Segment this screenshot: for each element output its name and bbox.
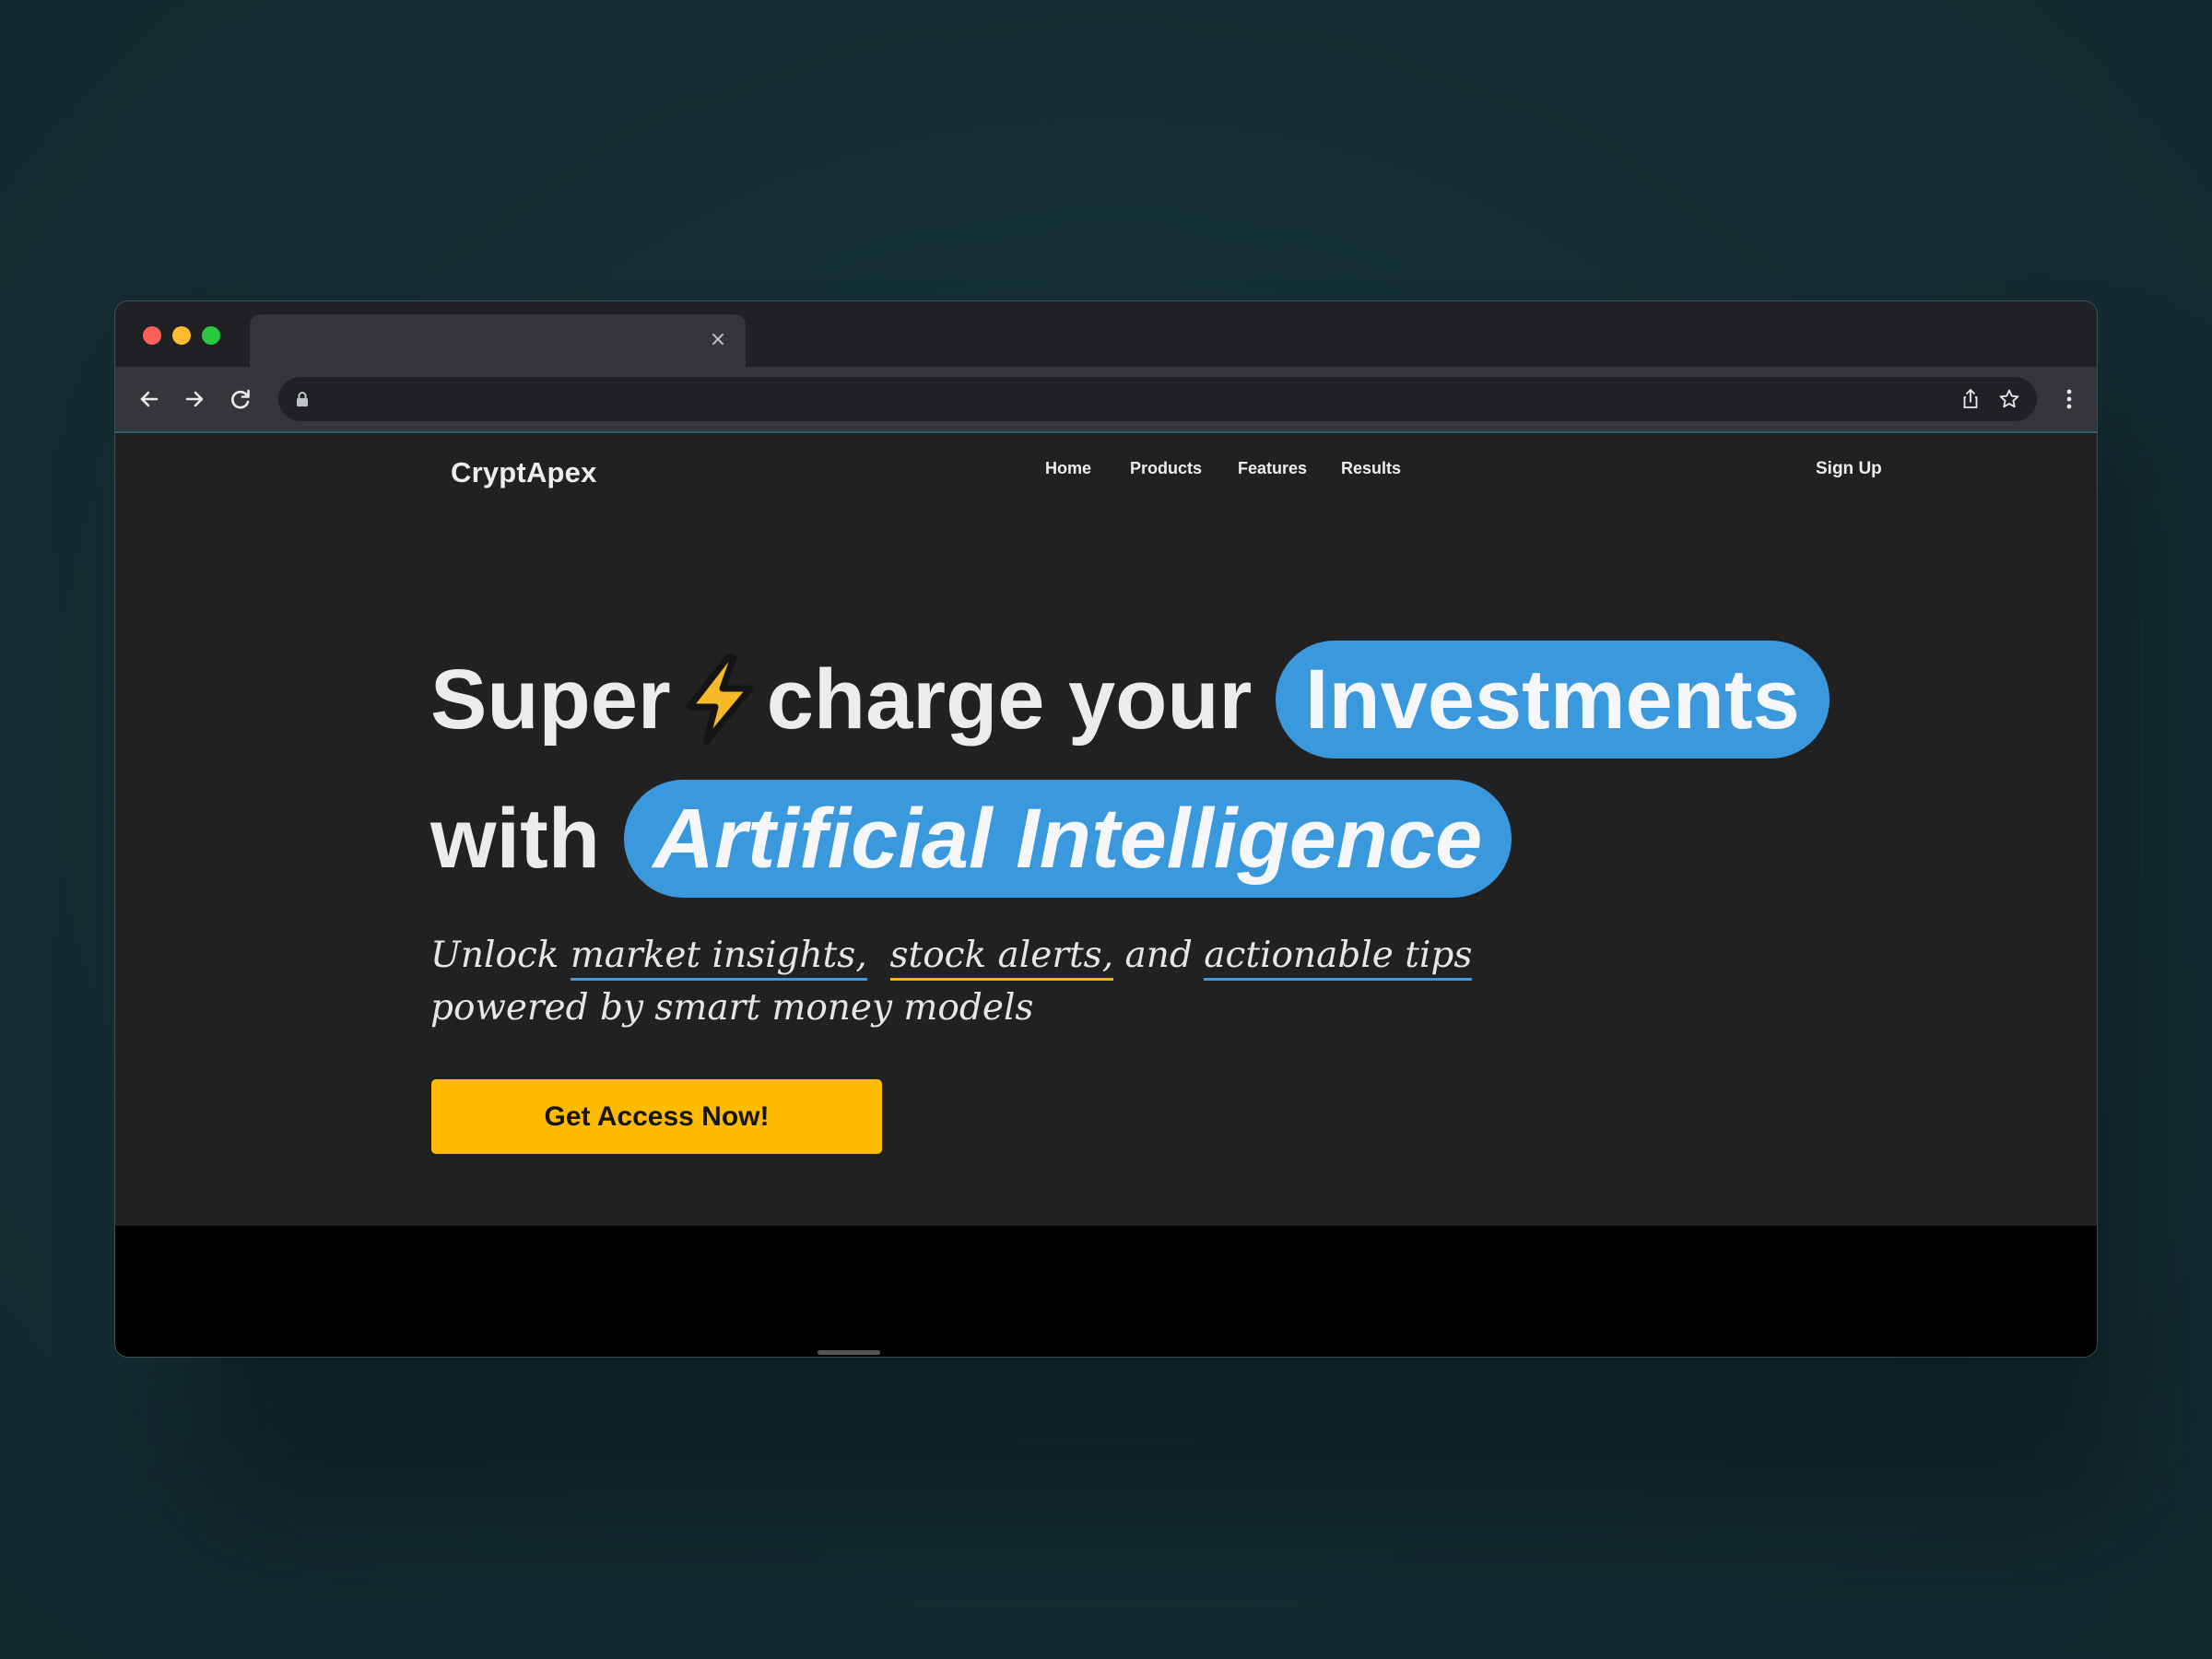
lightning-bolt-icon <box>686 653 754 746</box>
nav-features[interactable]: Features <box>1238 459 1307 478</box>
get-access-button[interactable]: Get Access Now! <box>431 1079 882 1154</box>
minimize-window-button[interactable] <box>172 326 191 345</box>
headline-text-charge: charge your <box>766 653 1253 747</box>
nav-home[interactable]: Home <box>1045 459 1091 478</box>
tab-strip: × <box>115 301 2097 367</box>
star-icon[interactable] <box>1994 384 2024 414</box>
highlight-investments: Investments <box>1275 641 1830 759</box>
web-page: CryptApex Home Products Features Results… <box>115 433 2097 1226</box>
browser-toolbar <box>115 367 2097 431</box>
browser-tab[interactable]: × <box>250 314 746 367</box>
link-stock-alerts[interactable]: stock alerts, <box>889 935 1114 981</box>
next-section <box>115 1226 2097 1357</box>
browser-window: × CryptApex Home Products Features Resul… <box>115 301 2097 1357</box>
headline-line-2: with Artificial Intelligence <box>430 780 1512 898</box>
close-window-button[interactable] <box>143 326 161 345</box>
lock-icon <box>291 388 313 410</box>
horizontal-scrollbar[interactable] <box>818 1350 880 1355</box>
sign-up-link[interactable]: Sign Up <box>1816 459 1882 479</box>
nav-results[interactable]: Results <box>1341 459 1401 478</box>
kebab-menu-icon[interactable] <box>2051 381 2088 418</box>
headline-line-1: Super charge your Investments <box>430 641 1830 759</box>
brand-logo[interactable]: CryptApex <box>451 456 597 489</box>
maximize-window-button[interactable] <box>202 326 220 345</box>
nav-products[interactable]: Products <box>1130 459 1202 478</box>
subtitle-unlock: Unlock <box>430 935 571 976</box>
forward-arrow-icon[interactable] <box>176 381 213 418</box>
subtitle-and: and <box>1113 935 1205 976</box>
subtitle-line-1: Unlock market insights, stock alerts, an… <box>430 929 1473 982</box>
headline-word-with: with <box>430 792 600 886</box>
back-arrow-icon[interactable] <box>131 381 168 418</box>
reload-icon[interactable] <box>222 381 259 418</box>
hero-subtitle: Unlock market insights, stock alerts, an… <box>430 929 1473 1034</box>
backdrop: × CryptApex Home Products Features Resul… <box>0 0 2212 1659</box>
highlight-ai: Artificial Intelligence <box>623 780 1512 898</box>
subtitle-line-2: powered by smart money models <box>430 987 1034 1029</box>
headline-word-super: Super <box>430 653 671 747</box>
share-icon[interactable] <box>1956 384 1985 414</box>
tab-close-icon[interactable]: × <box>705 327 731 353</box>
address-bar[interactable] <box>278 377 2037 421</box>
link-actionable-tips[interactable]: actionable tips <box>1204 935 1473 981</box>
link-market-insights[interactable]: market insights, <box>570 935 867 981</box>
